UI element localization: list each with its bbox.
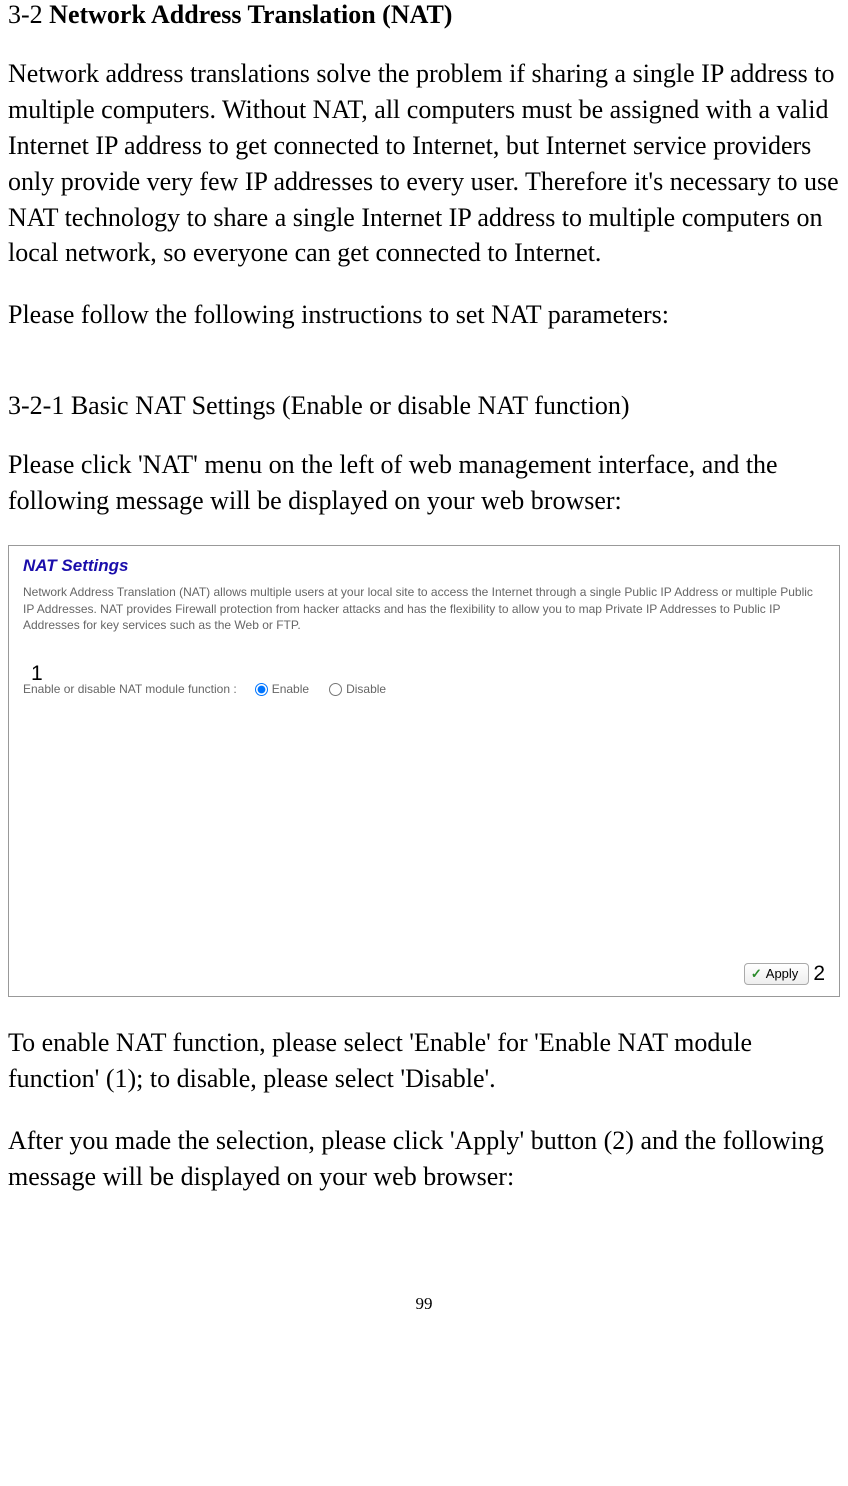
enable-instructions-paragraph: To enable NAT function, please select 'E… [8,1025,840,1097]
nat-settings-title: NAT Settings [23,556,825,576]
nat-toggle-row: Enable or disable NAT module function : … [23,682,825,696]
nat-settings-description: Network Address Translation (NAT) allows… [23,584,825,634]
disable-radio-label: Disable [346,682,386,696]
instructions-paragraph: Please follow the following instructions… [8,297,840,333]
disable-radio[interactable] [329,683,342,696]
section-title: 3-2 Network Address Translation (NAT) [8,0,840,30]
apply-instructions-paragraph: After you made the selection, please cli… [8,1123,840,1195]
nat-toggle-label: Enable or disable NAT module function : [23,682,237,696]
disable-radio-group[interactable]: Disable [329,682,386,696]
callout-number-1: 1 [31,662,43,686]
click-nat-paragraph: Please click 'NAT' menu on the left of w… [8,447,840,519]
nat-settings-screenshot: NAT Settings Network Address Translation… [8,545,840,997]
check-icon: ✓ [751,966,762,982]
enable-radio-group[interactable]: Enable [255,682,309,696]
apply-button-label: Apply [766,966,799,981]
subsection-title: 3-2-1 Basic NAT Settings (Enable or disa… [8,391,840,421]
section-number: 3-2 [8,0,49,29]
enable-radio-label: Enable [272,682,309,696]
apply-button[interactable]: ✓ Apply [744,963,809,985]
section-title-bold: Network Address Translation (NAT) [49,0,452,29]
page-number: 99 [8,1294,840,1324]
apply-button-wrap: ✓ Apply 2 [744,962,825,986]
enable-radio[interactable] [255,683,268,696]
intro-paragraph: Network address translations solve the p… [8,56,840,271]
callout-number-2: 2 [813,962,825,986]
